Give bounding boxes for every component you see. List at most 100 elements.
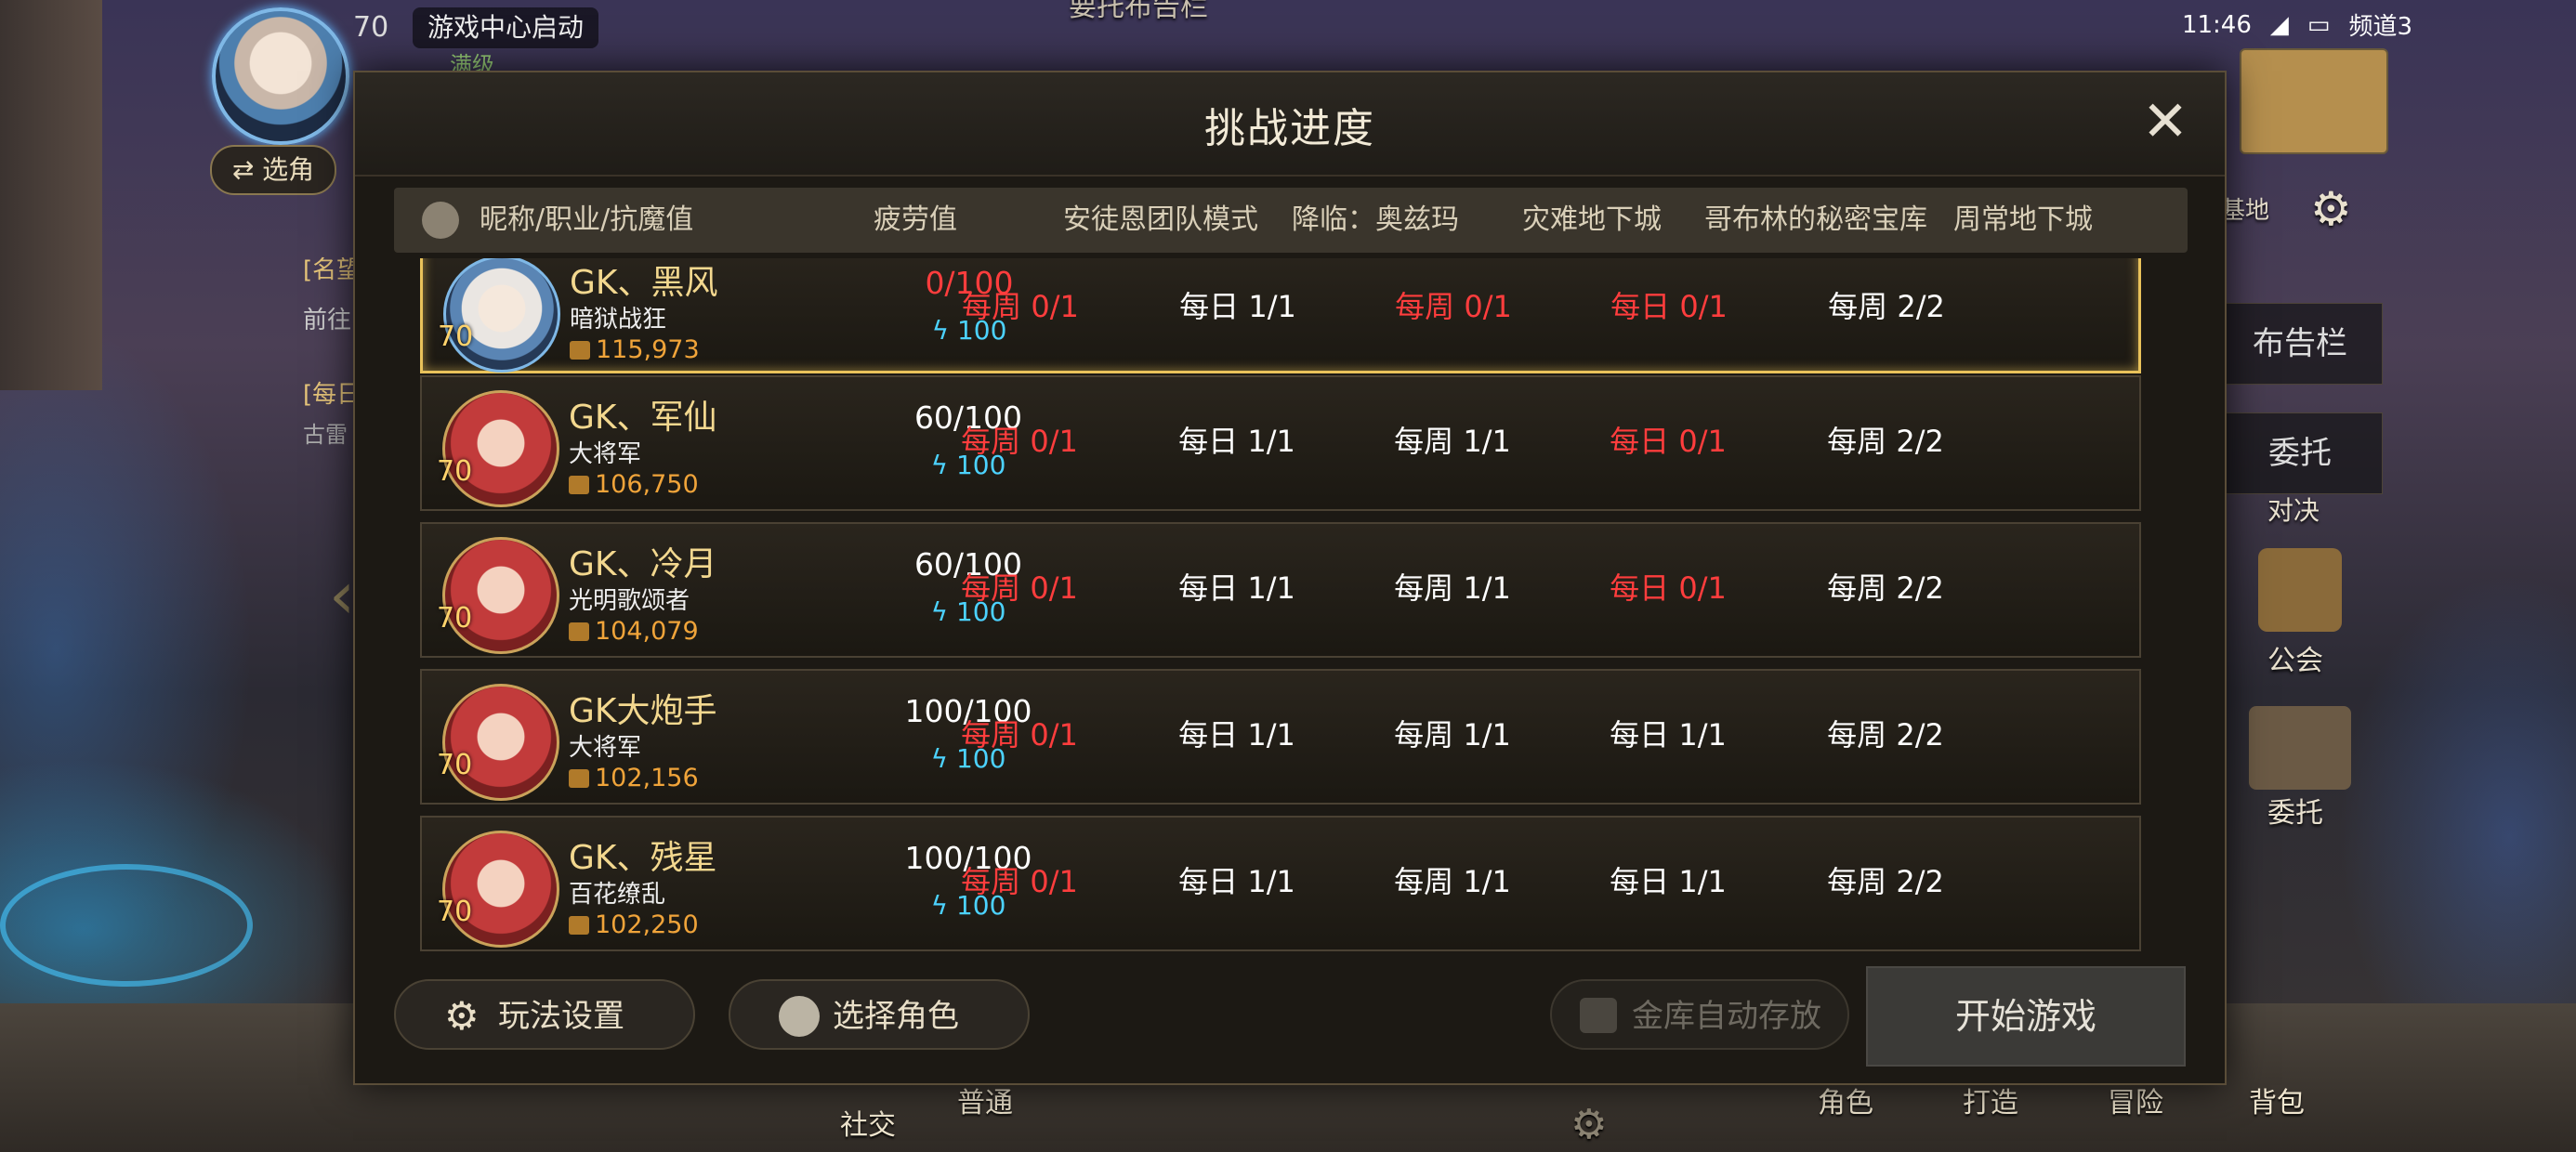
- ozma-progress: 每日 1/1: [1178, 864, 1295, 899]
- auto-storage-label: 金库自动存放: [1632, 998, 1821, 1035]
- antoine-progress: 每周 0/1: [961, 570, 1078, 606]
- weekly-progress: 每周 2/2: [1827, 424, 1944, 459]
- settings-gear-icon[interactable]: ⚙: [2310, 182, 2352, 236]
- player-avatar[interactable]: [212, 7, 349, 145]
- auto-storage-button[interactable]: 金库自动存放: [1550, 979, 1849, 1050]
- character-row[interactable]: 70 GK、残星 百花缭乱 102,250 100/100 ϟ 100 每周 0…: [420, 816, 2141, 951]
- prev-page-arrow-icon[interactable]: ‹: [329, 557, 355, 634]
- character-level: 70: [437, 749, 473, 781]
- role-select-icon: [779, 996, 820, 1037]
- weekly-progress: 每周 2/2: [1827, 864, 1944, 899]
- goblin-progress: 每日 1/1: [1610, 717, 1727, 753]
- channel-label[interactable]: 频道3: [2348, 7, 2412, 42]
- close-icon[interactable]: ✕: [2139, 94, 2191, 151]
- goblin-progress: 每日 0/1: [1610, 570, 1727, 606]
- character-name: GK、军仙: [569, 399, 717, 437]
- character-level: 70: [437, 602, 473, 635]
- bg-blue-portal: [0, 864, 253, 987]
- character-power: 106,750: [569, 470, 699, 499]
- select-role-label: 选择角色: [833, 998, 959, 1035]
- nav-craft[interactable]: 打造: [1963, 1080, 2018, 1120]
- dialog-title: 挑战进度: [1204, 105, 1375, 152]
- gameplay-settings-button[interactable]: ⚙ 玩法设置: [394, 979, 695, 1050]
- goblin-progress: 每日 0/1: [1610, 424, 1727, 459]
- quest-title-2[interactable]: [每日: [303, 375, 361, 410]
- nav-normal[interactable]: 普通: [957, 1080, 1013, 1120]
- select-role-button[interactable]: 选择角色: [729, 979, 1030, 1050]
- challenge-progress-dialog: 挑战进度 ✕ 昵称/职业/抗魔值 疲劳值 安徒恩团队模式 降临：奥兹玛 灾难地下…: [353, 71, 2227, 1085]
- power-icon: [569, 476, 589, 494]
- character-name: GK、残星: [569, 839, 717, 877]
- player-level: 70: [353, 11, 389, 44]
- character-power: 102,156: [569, 764, 699, 792]
- power-icon: [569, 916, 589, 935]
- antoine-progress: 每周 0/1: [961, 717, 1078, 753]
- antoine-progress: 每周 0/1: [961, 864, 1078, 899]
- col-antoine: 安徒恩团队模式: [1063, 203, 1258, 236]
- map-label: 基地: [2221, 197, 2270, 225]
- character-row[interactable]: 70 GK、冷月 光明歌颂者 104,079 60/100 ϟ 100 每周 0…: [420, 522, 2141, 658]
- character-level: 70: [437, 455, 473, 488]
- minimap[interactable]: [2240, 48, 2388, 154]
- antoine-progress: 每周 0/1: [962, 289, 1079, 324]
- game-center-button[interactable]: 游戏中心启动: [413, 7, 599, 48]
- weekly-progress: 每周 2/2: [1827, 717, 1944, 753]
- commission-button[interactable]: 委托: [2217, 412, 2383, 494]
- character-level: 70: [438, 321, 474, 353]
- power-value: 102,250: [595, 910, 699, 939]
- antoine-progress: 每周 0/1: [961, 424, 1078, 459]
- dialog-title-bar: 挑战进度 ✕: [355, 72, 2225, 177]
- power-value: 106,750: [595, 470, 699, 499]
- gear-icon: ⚙: [444, 993, 480, 1039]
- character-power: 115,973: [570, 335, 700, 364]
- character-job: 大将军: [569, 734, 642, 762]
- col-ozma: 降临：奥兹玛: [1292, 203, 1459, 236]
- ozma-progress: 每日 1/1: [1178, 570, 1295, 606]
- goblin-progress: 每日 1/1: [1610, 864, 1727, 899]
- ozma-progress: 每日 1/1: [1179, 289, 1296, 324]
- character-job: 暗狱战狂: [570, 306, 667, 334]
- bg-tower: [0, 0, 102, 390]
- disaster-progress: 每周 1/1: [1394, 864, 1511, 899]
- character-job: 光明歌颂者: [569, 587, 690, 615]
- disaster-progress: 每周 1/1: [1394, 717, 1511, 753]
- table-header: 昵称/职业/抗魔值 疲劳值 安徒恩团队模式 降临：奥兹玛 灾难地下城 哥布林的秘…: [394, 188, 2188, 253]
- power-icon: [570, 341, 590, 360]
- character-portrait: [442, 390, 559, 507]
- character-job: 大将军: [569, 440, 642, 468]
- bulletin-button[interactable]: 布告栏: [2217, 303, 2383, 385]
- col-goblin: 哥布林的秘密宝库: [1704, 203, 1927, 236]
- switch-role-button[interactable]: ⇄ 选角: [210, 145, 336, 195]
- role-icon: [422, 202, 459, 239]
- quest-title-1[interactable]: [名望: [303, 251, 361, 285]
- duel-label[interactable]: 对决: [2267, 491, 2320, 528]
- goblin-progress: 每日 0/1: [1610, 289, 1728, 324]
- status-bar: 11:46 ◢ ▭ 频道3: [2182, 7, 2412, 42]
- guild-icon[interactable]: [2258, 548, 2342, 632]
- battery-icon: ▭: [2307, 10, 2331, 39]
- weekly-progress: 每周 2/2: [1827, 570, 1944, 606]
- power-icon: [569, 769, 589, 788]
- nav-adventure[interactable]: 冒险: [2108, 1080, 2163, 1120]
- character-name: GK大炮手: [569, 692, 717, 730]
- character-row[interactable]: 70 GK、军仙 大将军 106,750 60/100 ϟ 100 每周 0/1…: [420, 375, 2141, 511]
- character-name: GK、黑风: [570, 264, 718, 302]
- nav-social[interactable]: 社交: [840, 1102, 896, 1143]
- character-row[interactable]: 70 GK大炮手 大将军 102,156 100/100 ϟ 100 每周 0/…: [420, 669, 2141, 805]
- commission-label[interactable]: 委托: [2267, 790, 2323, 831]
- guild-label[interactable]: 公会: [2267, 637, 2323, 678]
- commission-icon[interactable]: [2249, 706, 2351, 790]
- character-name: GK、冷月: [569, 545, 717, 583]
- character-portrait: [442, 537, 559, 654]
- start-game-button[interactable]: 开始游戏: [1866, 966, 2186, 1067]
- character-list[interactable]: 70 GK、黑风 暗狱战狂 115,973 0/100 ϟ 100 每周 0/1…: [420, 258, 2145, 1016]
- power-value: 102,156: [595, 764, 699, 792]
- character-row[interactable]: 70 GK、黑风 暗狱战狂 115,973 0/100 ϟ 100 每周 0/1…: [420, 258, 2141, 373]
- nav-settings-gear-icon[interactable]: ⚙: [1571, 1101, 1607, 1148]
- signal-icon: ◢: [2269, 10, 2289, 39]
- nav-role[interactable]: 角色: [1818, 1080, 1873, 1120]
- nav-bag[interactable]: 背包: [2249, 1080, 2305, 1120]
- character-portrait: [443, 258, 560, 373]
- character-portrait: [442, 831, 559, 948]
- col-weekly: 周常地下城: [1953, 203, 2093, 236]
